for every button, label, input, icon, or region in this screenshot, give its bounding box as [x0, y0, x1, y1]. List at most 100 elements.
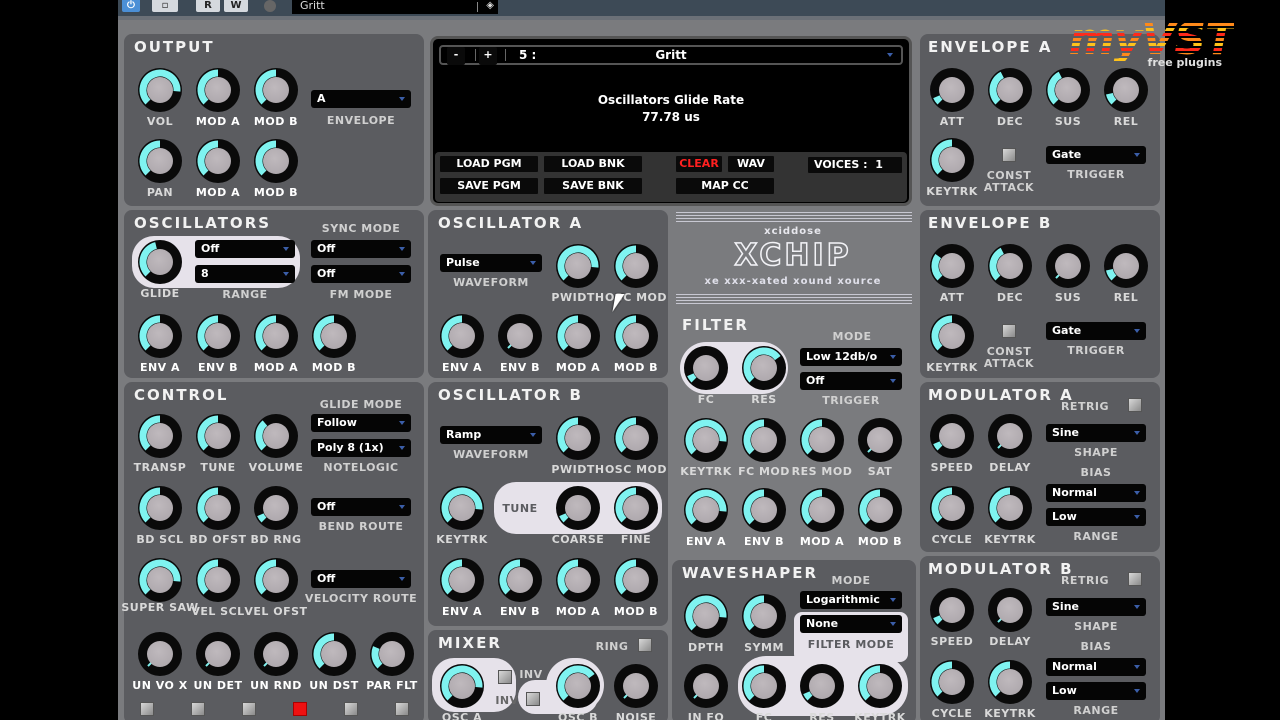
tune-knob[interactable] [196, 414, 240, 458]
keytrk-knob[interactable] [988, 660, 1032, 704]
glide-mode-select[interactable]: Follow [311, 414, 411, 432]
in-fq-knob[interactable] [684, 664, 728, 708]
mod-b-knob[interactable] [254, 139, 298, 183]
keytrk-knob[interactable] [988, 486, 1032, 530]
bias-select[interactable]: Normal [1046, 658, 1146, 676]
save-program-button[interactable]: SAVE PGM [439, 177, 539, 195]
att-knob[interactable] [930, 68, 974, 112]
map-cc-button[interactable]: MAP CC [675, 177, 775, 195]
env-a-knob[interactable] [684, 488, 728, 532]
bend-route-select[interactable]: Off [311, 498, 411, 516]
mod-a-knob[interactable] [254, 314, 298, 358]
sus-knob[interactable] [1046, 68, 1090, 112]
fc-knob[interactable] [684, 346, 728, 390]
delay-knob[interactable] [988, 414, 1032, 458]
att-knob[interactable] [930, 244, 974, 288]
range-select-2[interactable]: 8 [195, 265, 295, 283]
mod-a-knob[interactable] [556, 314, 600, 358]
voices-field[interactable]: VOICES : 1 [807, 156, 903, 174]
notelogic-select[interactable]: Poly 8 (1x) [311, 439, 411, 457]
super-saw-knob[interactable] [138, 558, 182, 602]
bias-select[interactable]: Normal [1046, 484, 1146, 502]
ws-filter-mode-select[interactable]: None [800, 615, 902, 633]
mod-b-knob[interactable] [254, 68, 298, 112]
mod-a-knob[interactable] [800, 488, 844, 532]
const-attack-checkbox[interactable] [1002, 148, 1016, 162]
mod-b-knob[interactable] [614, 558, 658, 602]
bd-scl-knob[interactable] [138, 486, 182, 530]
vel-ofst-knob[interactable] [254, 558, 298, 602]
ring-checkbox[interactable] [638, 638, 652, 652]
fc-knob[interactable] [742, 664, 786, 708]
control-toggle-1[interactable] [140, 702, 154, 716]
bd-ofst-knob[interactable] [196, 486, 240, 530]
fine-knob[interactable] [614, 486, 658, 530]
control-toggle-3[interactable] [242, 702, 256, 716]
program-menu-icon[interactable] [887, 53, 893, 57]
save-bank-button[interactable]: SAVE BNK [543, 177, 643, 195]
dpth-knob[interactable] [684, 594, 728, 638]
host-preset-field[interactable]: Gritt ◈ [292, 0, 498, 14]
clear-button[interactable]: CLEAR [675, 155, 723, 173]
power-button[interactable]: ⏻ [122, 0, 140, 12]
program-name[interactable]: Gritt [441, 48, 901, 62]
vol-knob[interactable] [138, 68, 182, 112]
delay-knob[interactable] [988, 588, 1032, 632]
wav-button[interactable]: WAV [727, 155, 775, 173]
glide-knob[interactable] [138, 240, 182, 284]
preset-menu-icon[interactable]: ◈ [486, 0, 494, 11]
cycle-knob[interactable] [930, 486, 974, 530]
range-select[interactable]: Low [1046, 508, 1146, 526]
volume-knob[interactable] [254, 414, 298, 458]
range-select[interactable]: Low [1046, 682, 1146, 700]
mod-b-knob[interactable] [312, 314, 356, 358]
bypass-icon[interactable] [264, 0, 276, 12]
osc-a-invert-checkbox[interactable] [498, 670, 512, 684]
rel-knob[interactable] [1104, 244, 1148, 288]
shape-select[interactable]: Sine [1046, 598, 1146, 616]
un-det-knob[interactable] [196, 632, 240, 676]
envelope-b-trigger-select[interactable]: Gate [1046, 322, 1146, 340]
fm-mode-select[interactable]: Off [311, 265, 411, 283]
write-automation-button[interactable]: W [224, 0, 248, 12]
control-toggle-5[interactable] [344, 702, 358, 716]
fc-mod-knob[interactable] [742, 418, 786, 462]
read-automation-button[interactable]: R [196, 0, 220, 12]
env-b-knob[interactable] [742, 488, 786, 532]
osc-b-waveform-select[interactable]: Ramp [440, 426, 542, 444]
filter-mode-select[interactable]: Low 12db/o [800, 348, 902, 366]
osc-mod-knob[interactable] [614, 244, 658, 288]
const-attack-checkbox[interactable] [1002, 324, 1016, 338]
un-rnd-knob[interactable] [254, 632, 298, 676]
env-b-knob[interactable] [196, 314, 240, 358]
res-knob[interactable] [742, 346, 786, 390]
env-a-knob[interactable] [440, 314, 484, 358]
keytrk-knob[interactable] [684, 418, 728, 462]
mod-a-knob[interactable] [196, 139, 240, 183]
pwidth-knob[interactable] [556, 244, 600, 288]
sat-knob[interactable] [858, 418, 902, 462]
mod-b-knob[interactable] [614, 314, 658, 358]
coarse-knob[interactable] [556, 486, 600, 530]
control-toggle-2[interactable] [191, 702, 205, 716]
pan-knob[interactable] [138, 139, 182, 183]
bd-rng-knob[interactable] [254, 486, 298, 530]
sync-mode-select[interactable]: Off [311, 240, 411, 258]
sus-knob[interactable] [1046, 244, 1090, 288]
waveshaper-mode-select[interactable]: Logarithmic [800, 591, 902, 609]
mod-a-knob[interactable] [556, 558, 600, 602]
osc-a-knob[interactable] [440, 664, 484, 708]
retrig-checkbox[interactable] [1128, 398, 1142, 412]
compare-button[interactable]: ▫ [152, 0, 178, 12]
env-a-knob[interactable] [138, 314, 182, 358]
load-bank-button[interactable]: LOAD BNK [543, 155, 643, 173]
env-b-knob[interactable] [498, 314, 542, 358]
shape-select[interactable]: Sine [1046, 424, 1146, 442]
transp-knob[interactable] [138, 414, 182, 458]
un-dst-knob[interactable] [312, 632, 356, 676]
osc-mod-knob[interactable] [614, 416, 658, 460]
envelope-select[interactable]: A [311, 90, 411, 108]
res-mod-knob[interactable] [800, 418, 844, 462]
dec-knob[interactable] [988, 244, 1032, 288]
cycle-knob[interactable] [930, 660, 974, 704]
